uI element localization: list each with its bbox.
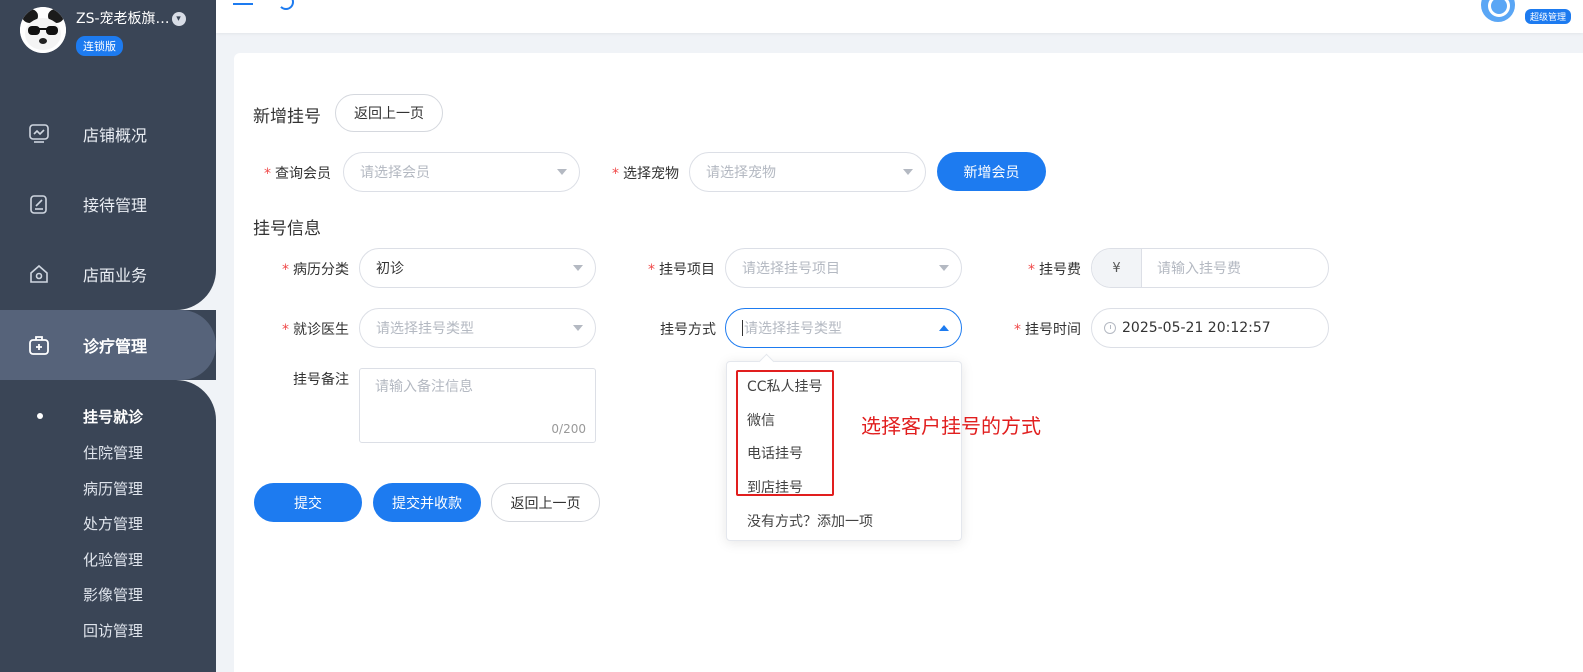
nav-label: 接待管理 — [83, 196, 148, 215]
record-type-label: * 病历分类 — [282, 262, 349, 278]
pet-label: * 选择宠物 — [612, 166, 679, 182]
record-type-value: 初诊 — [376, 261, 404, 277]
add-method-option[interactable]: 没有方式？添加一项 — [747, 511, 873, 531]
nav-item-store[interactable]: 店面业务 — [0, 239, 216, 309]
submit-button[interactable]: 提交 — [254, 483, 362, 522]
doctor-select[interactable]: 请选择挂号类型 — [359, 308, 596, 348]
doctor-label: * 就诊医生 — [282, 322, 349, 338]
medical-kit-icon — [29, 336, 49, 355]
clock-icon — [1104, 322, 1116, 334]
nav-label: 诊疗管理 — [83, 337, 148, 356]
submit-and-pay-button[interactable]: 提交并收款 — [373, 483, 481, 522]
member-placeholder: 请选择会员 — [360, 165, 430, 181]
time-picker[interactable]: 2025-05-21 20:12:57 — [1091, 308, 1329, 348]
caret-down-icon — [939, 265, 949, 271]
shop-switcher[interactable]: ZS-宠老板旗… ▾ 连锁版 — [0, 0, 216, 80]
sub-item-lab-tests[interactable]: 化验管理 — [83, 549, 143, 570]
shop-name[interactable]: ZS-宠老板旗… ▾ — [76, 8, 186, 28]
back-button-bottom[interactable]: 返回上一页 — [491, 483, 600, 522]
method-label: 挂号方式 — [660, 322, 716, 338]
caret-down-icon — [557, 169, 567, 175]
nav-label: 店铺概况 — [83, 126, 148, 145]
role-badge: 超级管理 — [1525, 9, 1572, 24]
shop-avatar — [20, 7, 66, 53]
pet-placeholder: 请选择宠物 — [706, 165, 776, 181]
note-placeholder: 请输入备注信息 — [375, 379, 473, 395]
add-member-button[interactable]: 新增会员 — [937, 152, 1046, 191]
sub-item-prescriptions[interactable]: 处方管理 — [83, 513, 143, 534]
annotation-highlight-box — [736, 370, 834, 496]
annotation-text: 选择客户挂号的方式 — [861, 414, 1041, 438]
method-select[interactable]: 请选择挂号类型 — [725, 308, 962, 348]
sub-item-registration[interactable]: 挂号就诊 — [83, 406, 143, 427]
back-button-top[interactable]: 返回上一页 — [335, 94, 443, 132]
nav-item-reception[interactable]: 接待管理 — [0, 169, 216, 239]
note-textarea[interactable]: 请输入备注信息 0/200 — [359, 368, 596, 443]
sub-item-follow-up[interactable]: 回访管理 — [83, 620, 143, 641]
shop-name-text: ZS-宠老板旗… — [76, 11, 170, 27]
text-cursor — [742, 320, 743, 336]
time-value: 2025-05-21 20:12:57 — [1122, 320, 1271, 336]
sub-item-imaging[interactable]: 影像管理 — [83, 584, 143, 605]
fee-label: * 挂号费 — [1028, 262, 1081, 278]
member-select[interactable]: 请选择会员 — [343, 152, 580, 192]
caret-down-icon — [573, 325, 583, 331]
section-title: 挂号信息 — [253, 219, 321, 239]
method-placeholder: 请选择挂号类型 — [744, 321, 842, 337]
store-icon — [30, 264, 48, 283]
refresh-icon[interactable] — [278, 0, 294, 10]
active-dot-icon — [37, 413, 43, 419]
caret-up-icon — [939, 325, 949, 331]
project-select[interactable]: 请选择挂号项目 — [725, 248, 962, 288]
nav-label: 店面业务 — [83, 266, 148, 285]
project-placeholder: 请选择挂号项目 — [742, 261, 840, 277]
project-label: * 挂号项目 — [648, 262, 715, 278]
fee-input[interactable]: ¥ 请输入挂号费 — [1091, 248, 1329, 288]
caret-down-icon — [903, 169, 913, 175]
record-type-select[interactable]: 初诊 — [359, 248, 596, 288]
top-bar: 超级管理 — [216, 0, 1583, 33]
nav-item-medical[interactable]: 诊疗管理 — [0, 310, 216, 380]
reception-icon — [30, 195, 47, 214]
shop-edition-badge: 连锁版 — [76, 36, 123, 56]
pet-select[interactable]: 请选择宠物 — [689, 152, 926, 192]
note-counter: 0/200 — [551, 422, 586, 436]
sub-item-hospitalization[interactable]: 住院管理 — [83, 442, 143, 463]
sub-item-medical-records[interactable]: 病历管理 — [83, 478, 143, 499]
nav-item-dashboard[interactable]: 店铺概况 — [0, 99, 216, 169]
dashboard-icon — [29, 124, 49, 143]
chevron-down-icon[interactable]: ▾ — [171, 12, 186, 26]
currency-prefix: ¥ — [1092, 249, 1142, 287]
time-label: * 挂号时间 — [1014, 322, 1081, 338]
member-label: * 查询会员 — [264, 166, 331, 182]
doctor-placeholder: 请选择挂号类型 — [376, 321, 474, 337]
page-title: 新增挂号 — [253, 107, 321, 127]
fee-placeholder: 请输入挂号费 — [1157, 261, 1241, 277]
note-label: 挂号备注 — [293, 372, 349, 388]
caret-down-icon — [573, 265, 583, 271]
menu-toggle-icon[interactable] — [233, 0, 253, 11]
sidebar: ZS-宠老板旗… ▾ 连锁版 店铺概况 接待管理 店面业务 诊疗管理 挂号就诊 … — [0, 0, 216, 672]
user-avatar[interactable] — [1481, 0, 1515, 22]
